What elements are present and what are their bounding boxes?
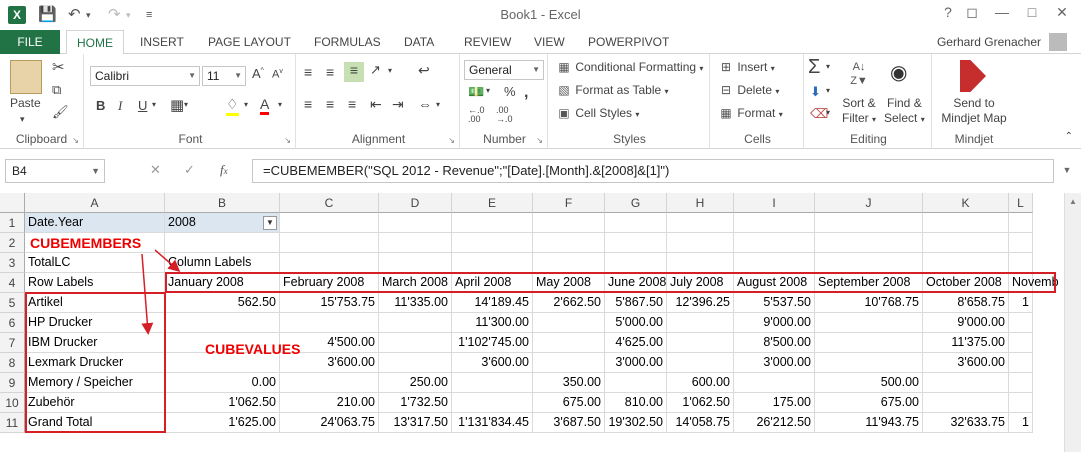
arrow-to-columns: [154, 249, 181, 272]
arrow-to-rows: [141, 253, 154, 335]
annotation-arrows: [141, 249, 181, 335]
